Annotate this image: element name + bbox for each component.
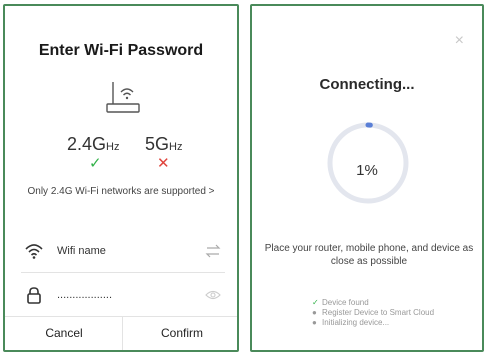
placement-hint: Place your router, mobile phone, and dev… [264, 243, 474, 267]
check-icon: ✓ [312, 298, 319, 307]
connecting-dialog: × Connecting... 1% Place your router, mo… [250, 4, 484, 352]
check-icon: ✓ [89, 155, 102, 172]
progress-percent: 1% [356, 162, 378, 179]
step-label: Register Device to Smart Cloud [322, 308, 435, 317]
confirm-button[interactable]: Confirm [123, 326, 237, 340]
pending-dot-icon: ● [312, 318, 317, 327]
step-item: ✓ Device found [312, 298, 434, 308]
supported-networks-link[interactable]: Only 2.4G Wi-Fi networks are supported > [5, 186, 237, 197]
swap-icon[interactable] [205, 244, 221, 258]
lock-icon [27, 287, 41, 304]
wifi-name-value: Wifi name [57, 245, 106, 257]
step-item: ● Register Device to Smart Cloud [312, 308, 434, 318]
wifi-name-field[interactable]: Wifi name [21, 232, 225, 272]
band-2-4ghz: 2.4GHz [67, 134, 120, 154]
connecting-title: Connecting... [319, 76, 415, 93]
password-field[interactable]: .................. [21, 276, 225, 316]
step-label: Initializing device... [322, 318, 390, 327]
divider [21, 272, 225, 273]
band-5ghz: 5GHz [145, 134, 183, 154]
cancel-button[interactable]: Cancel [5, 326, 123, 340]
wifi-password-dialog: Enter Wi-Fi Password 2.4GHz 5GHz ✓ ✕ Onl… [3, 4, 239, 352]
wifi-icon [25, 244, 43, 259]
connection-steps: ✓ Device found ● Register Device to Smart … [312, 298, 434, 328]
dialog-title: Enter Wi-Fi Password [38, 42, 204, 59]
divider [5, 316, 237, 317]
cross-icon: ✕ [157, 155, 170, 172]
password-value: .................. [57, 289, 113, 301]
eye-icon[interactable] [205, 288, 221, 302]
router-icon [106, 82, 140, 113]
close-icon[interactable]: × [455, 32, 464, 50]
step-item: ● Initializing device... [312, 318, 434, 328]
pending-dot-icon: ● [312, 308, 317, 317]
step-label: Device found [322, 298, 369, 307]
